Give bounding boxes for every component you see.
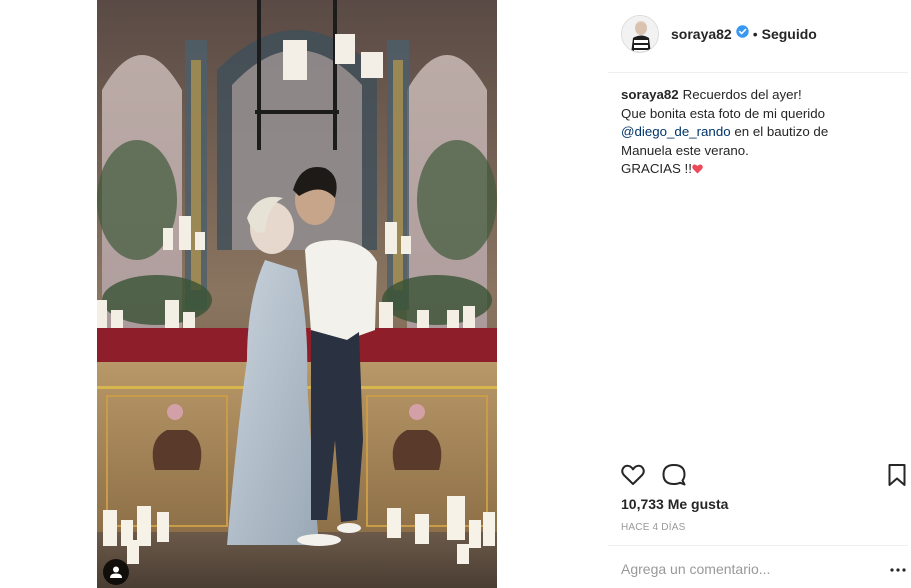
caption-line-1: soraya82 Recuerdos del ayer!	[621, 86, 906, 105]
post-page: soraya82 • Seguido soraya82 Recuerdos del…	[0, 0, 911, 588]
caption-text-5: GRACIAS !!	[621, 161, 692, 176]
caption-author-username[interactable]: soraya82	[621, 87, 679, 102]
caption-line-4: Manuela este verano.	[621, 142, 749, 158]
caption-text-1: Recuerdos del ayer!	[682, 87, 802, 102]
save-bookmark-icon	[888, 464, 906, 486]
like-button[interactable]	[620, 462, 646, 488]
avatar-image	[622, 16, 658, 52]
comment-divider	[608, 545, 908, 546]
save-button[interactable]	[884, 462, 910, 488]
verified-badge-icon	[736, 25, 749, 43]
photo-illustration	[97, 0, 497, 588]
comment-input[interactable]	[621, 559, 871, 579]
follow-status-button[interactable]: Seguido	[762, 26, 817, 42]
post-side-panel: soraya82 • Seguido soraya82 Recuerdos del…	[608, 0, 911, 588]
post-timestamp[interactable]: HACE 4 DÍAS	[621, 522, 685, 533]
comment-button[interactable]	[661, 462, 687, 488]
more-options-icon	[890, 568, 906, 572]
caption-line-5: GRACIAS !!	[621, 160, 906, 180]
header-divider	[608, 72, 908, 73]
user-tag-button[interactable]	[103, 559, 129, 585]
more-options-button[interactable]	[888, 563, 908, 575]
user-tag-icon	[110, 566, 122, 578]
caption-text-3: en el bautizo de	[734, 124, 829, 139]
caption-line-3: @diego_de_rando en el bautizo de	[621, 123, 906, 142]
post-author-username[interactable]: soraya82	[671, 26, 732, 42]
caption-mention-link[interactable]: @diego_de_rando	[621, 124, 731, 139]
like-heart-icon	[621, 464, 645, 485]
likes-count[interactable]: 10,733 Me gusta	[621, 496, 728, 512]
header-separator: •	[752, 26, 758, 42]
post-caption: soraya82 Recuerdos del ayer! Que bonita e…	[621, 86, 906, 180]
post-photo[interactable]	[97, 0, 497, 588]
comment-icon	[662, 464, 686, 486]
post-actions	[620, 462, 908, 490]
heart-emoji-icon	[692, 161, 703, 180]
avatar[interactable]	[621, 15, 659, 53]
caption-line-2: Que bonita esta foto de mi querido	[621, 105, 826, 121]
post-header: soraya82 • Seguido	[621, 14, 817, 54]
